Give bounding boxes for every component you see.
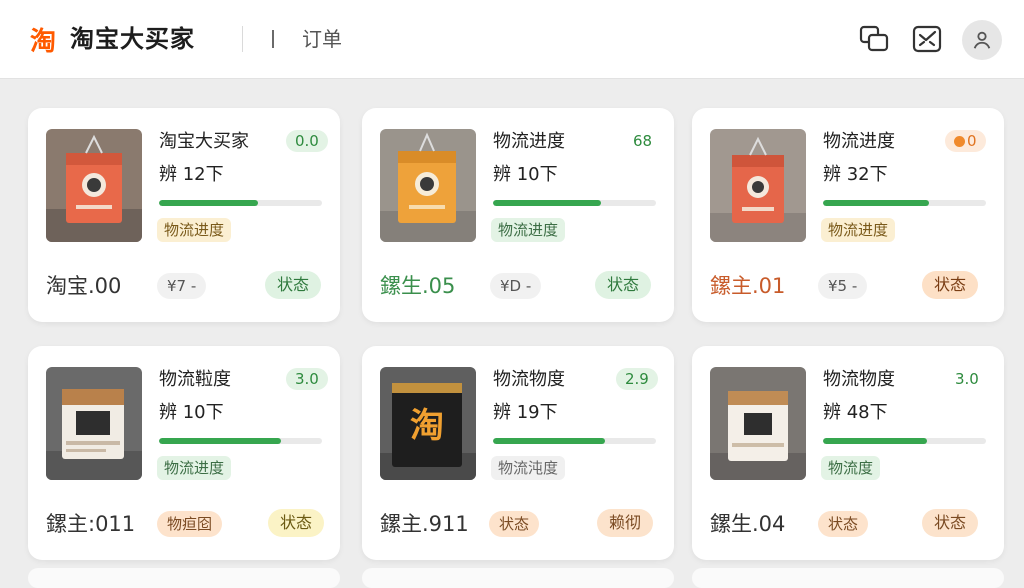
item-count: 辨 32下 (823, 164, 888, 185)
status-button[interactable]: 状态 (922, 509, 979, 537)
amount-pill[interactable]: ¥5 - (818, 273, 868, 299)
divider-bar (272, 30, 274, 48)
price-label: 鏍主.911 (380, 512, 469, 536)
logistics-tag[interactable]: 物流进度 (157, 218, 232, 242)
product-thumbnail (380, 129, 476, 242)
rating-badge: 0 (945, 130, 986, 152)
card-title: 淘宝大买家 (159, 131, 249, 152)
order-card-peek (692, 568, 1004, 588)
order-card[interactable]: 淘 物流物度 2.9 辨 19下 物流沌度 鏍主.911 状态 赖彻 (362, 346, 674, 560)
logistics-tag[interactable]: 物流进度 (491, 218, 566, 242)
order-card[interactable]: 淘宝大买家 0.0 辨 12下 物流进度 淘宝.00 ¥7 - 状态 (28, 108, 340, 322)
item-count: 辨 12下 (159, 164, 224, 185)
page-label-orders[interactable]: 订单 (302, 26, 342, 52)
card-title: 物流进度 (493, 131, 565, 152)
item-count: 辨 19下 (493, 402, 558, 423)
user-icon (973, 31, 991, 49)
mail-check-icon[interactable] (910, 22, 944, 56)
divider (242, 26, 243, 52)
chat-windows-icon[interactable] (857, 22, 891, 56)
progress-bar (493, 200, 656, 206)
status-button[interactable]: 状态 (595, 271, 652, 299)
product-thumbnail (710, 367, 806, 480)
card-title: 物流物度 (493, 369, 565, 390)
thumbnail-logo: 淘 (410, 406, 444, 446)
logistics-tag[interactable]: 物流度 (821, 456, 881, 480)
order-card-peek (28, 568, 340, 588)
taobao-logo-icon: 淘 (29, 26, 56, 57)
order-card-peek (362, 568, 674, 588)
card-title: 物流鞡度 (159, 369, 231, 390)
order-card[interactable]: 物流鞡度 3.0 辨 10下 物流进度 鏍主:011 物疸囵 状态 (28, 346, 340, 560)
app-title: 淘宝大买家 (70, 25, 195, 53)
status-pill[interactable]: 状态 (489, 511, 540, 537)
order-card[interactable]: 物流进度 68 辨 10下 物流进度 鏍生.05 ¥D - 状态 (362, 108, 674, 322)
price-label: 鏍生.05 (380, 274, 456, 298)
user-avatar[interactable] (962, 20, 1002, 60)
price-label: 鏍生.04 (710, 512, 786, 536)
action-pill[interactable]: 物疸囵 (157, 511, 223, 537)
price-label: 淘宝.00 (46, 274, 122, 298)
rating-badge: 2.9 (616, 368, 658, 390)
logistics-tag[interactable]: 物流进度 (821, 218, 896, 242)
item-count: 辨 48下 (823, 402, 888, 423)
progress-bar (159, 438, 322, 444)
status-pill[interactable]: 状态 (818, 511, 869, 537)
top-bar: 淘 淘宝大买家 订单 (0, 0, 1024, 79)
price-label: 鏍主:011 (46, 512, 136, 536)
product-thumbnail (46, 367, 142, 480)
rating-badge: 68 (633, 132, 653, 150)
product-thumbnail (46, 129, 142, 242)
product-thumbnail: 淘 (380, 367, 476, 480)
progress-bar (159, 200, 322, 206)
item-count: 辨 10下 (493, 164, 558, 185)
progress-bar (823, 438, 986, 444)
status-button[interactable]: 状态 (922, 271, 979, 299)
amount-pill[interactable]: ¥D - (490, 273, 542, 299)
logistics-tag[interactable]: 物流沌度 (491, 456, 566, 480)
logistics-tag[interactable]: 物流进度 (157, 456, 232, 480)
action-button[interactable]: 赖彻 (597, 509, 654, 537)
card-title: 物流物度 (823, 369, 895, 390)
status-button[interactable]: 状态 (268, 509, 325, 537)
progress-bar (493, 438, 656, 444)
product-thumbnail (710, 129, 806, 242)
coin-icon (954, 136, 965, 147)
order-card[interactable]: 物流进度 0 辨 32下 物流进度 鏍主.01 ¥5 - 状态 (692, 108, 1004, 322)
rating-badge: 3.0 (286, 368, 328, 390)
amount-pill[interactable]: ¥7 - (157, 273, 207, 299)
rating-badge: 3.0 (955, 370, 979, 388)
status-button[interactable]: 状态 (265, 271, 322, 299)
card-title: 物流进度 (823, 131, 895, 152)
price-label: 鏍主.01 (710, 274, 786, 298)
order-card[interactable]: 物流物度 3.0 辨 48下 物流度 鏍生.04 状态 状态 (692, 346, 1004, 560)
rating-badge: 0.0 (286, 130, 328, 152)
item-count: 辨 10下 (159, 402, 224, 423)
progress-bar (823, 200, 986, 206)
